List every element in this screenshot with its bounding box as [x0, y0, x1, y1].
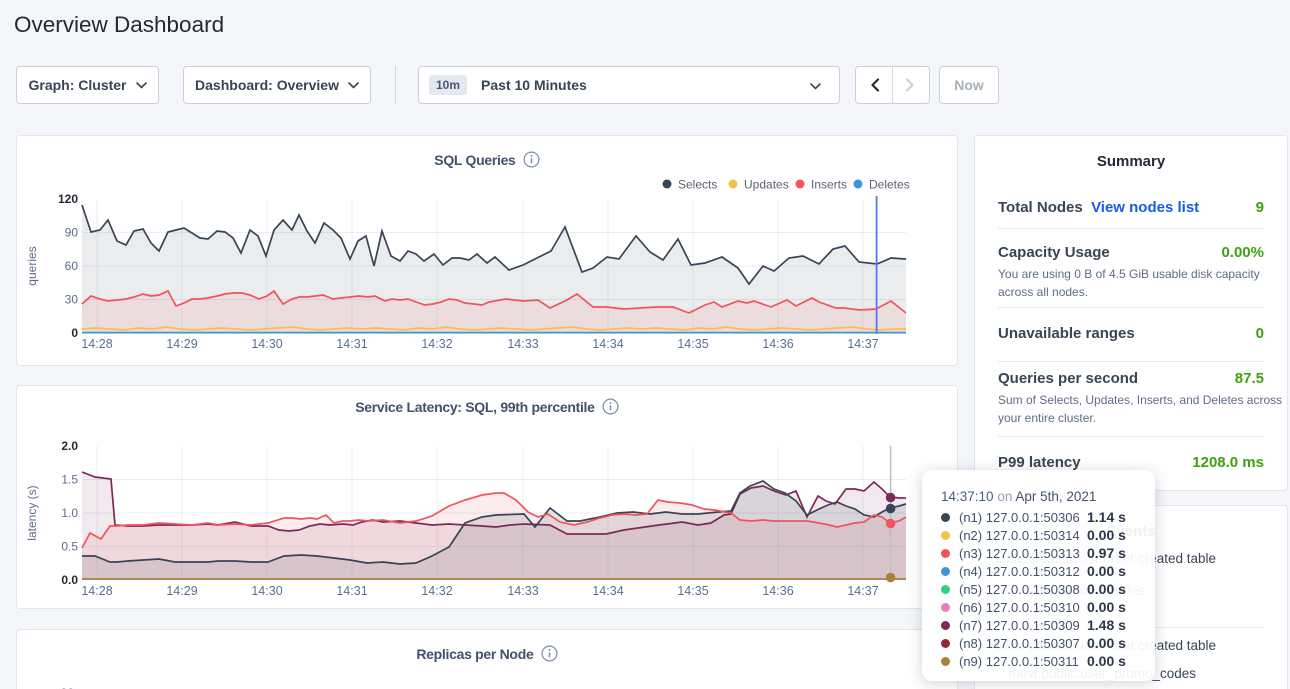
- svg-text:1.5: 1.5: [61, 473, 78, 487]
- svg-text:14:37: 14:37: [847, 584, 878, 598]
- svg-text:0.0: 0.0: [61, 573, 78, 587]
- svg-text:14:31: 14:31: [336, 337, 367, 351]
- svg-text:30: 30: [65, 293, 79, 307]
- svg-text:14:37: 14:37: [847, 337, 878, 351]
- svg-text:14:33: 14:33: [507, 584, 538, 598]
- svg-text:14:36: 14:36: [762, 584, 793, 598]
- svg-text:latency (s): latency (s): [25, 485, 39, 540]
- svg-text:14:30: 14:30: [251, 337, 282, 351]
- svg-text:120: 120: [58, 192, 78, 206]
- svg-text:60: 60: [65, 259, 79, 273]
- svg-text:0.5: 0.5: [61, 540, 78, 554]
- svg-text:2.0: 2.0: [61, 439, 78, 453]
- svg-text:14:29: 14:29: [166, 337, 197, 351]
- svg-text:90: 90: [65, 226, 79, 240]
- svg-text:14:31: 14:31: [336, 584, 367, 598]
- svg-text:14:28: 14:28: [81, 584, 112, 598]
- svg-text:1.0: 1.0: [61, 506, 78, 520]
- svg-text:queries: queries: [25, 246, 39, 285]
- svg-text:14:30: 14:30: [251, 584, 282, 598]
- svg-text:14:32: 14:32: [421, 337, 452, 351]
- svg-text:Updates: Updates: [744, 178, 789, 192]
- svg-text:Inserts: Inserts: [811, 178, 847, 192]
- svg-text:0: 0: [71, 326, 78, 340]
- svg-text:14:35: 14:35: [677, 584, 708, 598]
- svg-text:14:34: 14:34: [592, 337, 623, 351]
- svg-text:14:35: 14:35: [677, 337, 708, 351]
- svg-text:14:28: 14:28: [81, 337, 112, 351]
- svg-text:14:36: 14:36: [762, 337, 793, 351]
- svg-text:14:29: 14:29: [166, 584, 197, 598]
- svg-text:14:32: 14:32: [421, 584, 452, 598]
- svg-text:14:33: 14:33: [507, 337, 538, 351]
- svg-text:14:34: 14:34: [592, 584, 623, 598]
- svg-text:Deletes: Deletes: [869, 178, 910, 192]
- svg-text:Selects: Selects: [678, 178, 717, 192]
